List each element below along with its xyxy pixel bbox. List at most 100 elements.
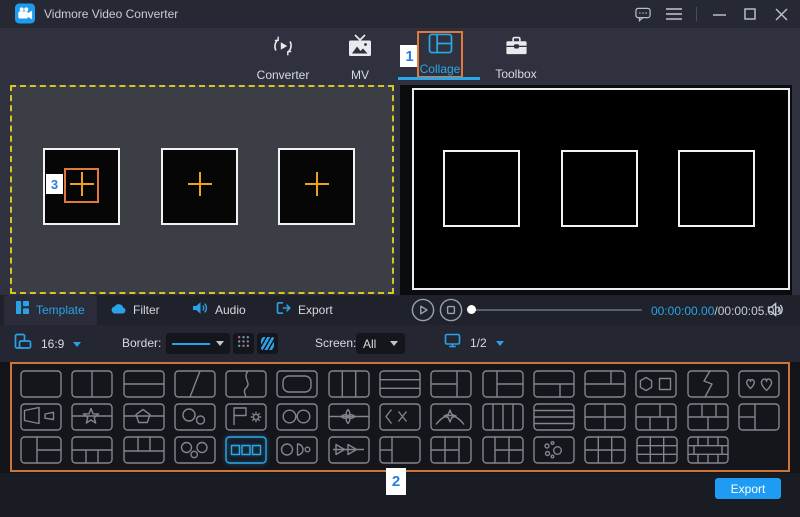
window-title: Vidmore Video Converter xyxy=(44,7,178,21)
template-tile-trapezoids[interactable] xyxy=(20,403,62,431)
template-tile-dots-scatter[interactable] xyxy=(533,436,575,464)
maximize-icon[interactable] xyxy=(741,5,759,23)
panel-tab-template-label: Template xyxy=(36,303,85,317)
seek-slider[interactable] xyxy=(475,309,642,311)
template-tile-clover-line[interactable] xyxy=(328,403,370,431)
template-tile-left2rows-right1[interactable] xyxy=(379,436,421,464)
border-label: Border: xyxy=(122,336,161,350)
template-tile-top2-bottom1[interactable] xyxy=(584,370,626,398)
border-style-dropdown[interactable] xyxy=(166,333,230,354)
template-tile-top1-bottom2[interactable] xyxy=(533,370,575,398)
screen-value: All xyxy=(363,337,376,351)
template-tile-circle-half-dot[interactable] xyxy=(276,436,318,464)
feedback-icon[interactable] xyxy=(634,5,652,23)
screen-dropdown[interactable]: All xyxy=(356,333,405,354)
template-tile-grid2x2-rightcol[interactable] xyxy=(430,436,472,464)
template-tile-circles-pair[interactable] xyxy=(276,403,318,431)
panel-tab-export-label: Export xyxy=(298,303,333,317)
main-nav: Converter MV 1 Collage Toolbox xyxy=(0,28,800,85)
volume-icon[interactable] xyxy=(767,302,785,322)
template-page-dropdown[interactable]: 1/2 xyxy=(444,333,504,353)
template-tile-grid-uneven-1[interactable] xyxy=(635,403,677,431)
template-tile-top3-bottom1[interactable] xyxy=(123,436,165,464)
template-tile-hex-square[interactable] xyxy=(635,370,677,398)
template-tile-left2-right1[interactable] xyxy=(430,370,472,398)
tab-toolbox[interactable]: Toolbox xyxy=(486,34,546,81)
chevron-down-icon xyxy=(390,341,398,346)
collage-cell-add-2[interactable] xyxy=(161,148,238,225)
template-tile-rows-3[interactable] xyxy=(379,370,421,398)
template-tile-star-line[interactable] xyxy=(71,403,113,431)
template-row-3 xyxy=(20,436,780,464)
template-tile-split-curve[interactable] xyxy=(225,370,267,398)
player-controls: 00:00:00.00/00:00:05.00 xyxy=(405,295,800,325)
template-tile-circles-3[interactable] xyxy=(174,436,216,464)
panel-tab-export[interactable]: Export xyxy=(264,295,345,325)
panel-tab-template[interactable]: Template xyxy=(4,295,97,325)
template-tile-pentagon-line[interactable] xyxy=(123,403,165,431)
border-line-sample xyxy=(172,343,210,345)
color-dots-icon xyxy=(237,335,250,353)
callout-badge-2: 2 xyxy=(386,468,406,495)
collage-cell-add-3[interactable] xyxy=(278,148,355,225)
template-tile-left2col-right1[interactable] xyxy=(738,403,780,431)
panel-tab-audio[interactable]: Audio xyxy=(180,295,258,325)
diagonal-stripes-icon xyxy=(261,337,274,350)
template-tile-hearts[interactable] xyxy=(738,370,780,398)
template-tile-cols-4[interactable] xyxy=(482,403,524,431)
border-color-button[interactable] xyxy=(233,333,254,354)
export-button[interactable]: Export xyxy=(715,478,781,499)
tab-mv[interactable]: MV xyxy=(330,34,390,82)
tab-collage-label: Collage xyxy=(420,62,461,76)
template-tile-leftcol-grid2x2[interactable] xyxy=(482,436,524,464)
template-tile-zigzag[interactable] xyxy=(687,370,729,398)
active-tab-indicator xyxy=(398,77,480,80)
menu-icon[interactable] xyxy=(665,5,683,23)
template-icon xyxy=(16,301,29,319)
panel-tab-filter[interactable]: Filter xyxy=(98,295,172,325)
preview-screen xyxy=(412,88,790,290)
close-icon[interactable] xyxy=(772,5,790,23)
template-tile-cols-3[interactable] xyxy=(328,370,370,398)
template-tile-flag-gear[interactable] xyxy=(225,403,267,431)
template-tile-split-diagonal[interactable] xyxy=(174,370,216,398)
mv-icon xyxy=(347,34,373,64)
template-grid xyxy=(10,362,790,472)
template-tile-squares-3[interactable] xyxy=(225,436,267,464)
template-tile-grid-3x3[interactable] xyxy=(636,436,678,464)
template-tile-rows-4[interactable] xyxy=(533,403,575,431)
template-tile-single[interactable] xyxy=(20,370,62,398)
stop-icon[interactable] xyxy=(439,298,463,322)
template-tile-grid-complex[interactable] xyxy=(687,436,729,464)
template-tile-cross-bracket[interactable] xyxy=(379,403,421,431)
chevron-down-icon xyxy=(216,341,224,346)
template-tile-left1-right2[interactable] xyxy=(482,370,524,398)
template-tile-rounded-frame[interactable] xyxy=(276,370,318,398)
screen-label: Screen: xyxy=(315,336,356,350)
callout-badge-3: 3 xyxy=(46,174,63,194)
tab-converter[interactable]: Converter xyxy=(248,33,318,82)
add-video-icon xyxy=(302,169,332,204)
border-pattern-button[interactable] xyxy=(257,333,278,354)
template-tile-left1-right2rows[interactable] xyxy=(20,436,62,464)
play-icon[interactable] xyxy=(411,298,435,322)
template-tile-split-2h[interactable] xyxy=(123,370,165,398)
preview-cell xyxy=(678,150,755,227)
collage-cell-add-1[interactable]: 3 xyxy=(43,148,120,225)
panel-tab-filter-label: Filter xyxy=(133,303,160,317)
template-tile-grid-2x2[interactable] xyxy=(584,403,626,431)
collage-editor-canvas: 3 xyxy=(10,85,394,294)
aspect-ratio-dropdown[interactable]: 16:9 xyxy=(14,333,81,355)
template-tile-grid-3x2[interactable] xyxy=(584,436,626,464)
template-tile-circles-big-small[interactable] xyxy=(174,403,216,431)
template-tile-arc-star[interactable] xyxy=(430,403,472,431)
template-tile-top1-bottom3[interactable] xyxy=(71,436,113,464)
seek-slider-thumb[interactable] xyxy=(467,305,476,314)
template-tile-split-2v[interactable] xyxy=(71,370,113,398)
tab-collage[interactable]: Collage xyxy=(417,31,463,78)
titlebar-separator xyxy=(696,7,697,21)
template-tile-arrows[interactable] xyxy=(328,436,370,464)
minimize-icon[interactable] xyxy=(710,5,728,23)
panel-tab-audio-label: Audio xyxy=(215,303,246,317)
template-tile-grid-uneven-2[interactable] xyxy=(687,403,729,431)
